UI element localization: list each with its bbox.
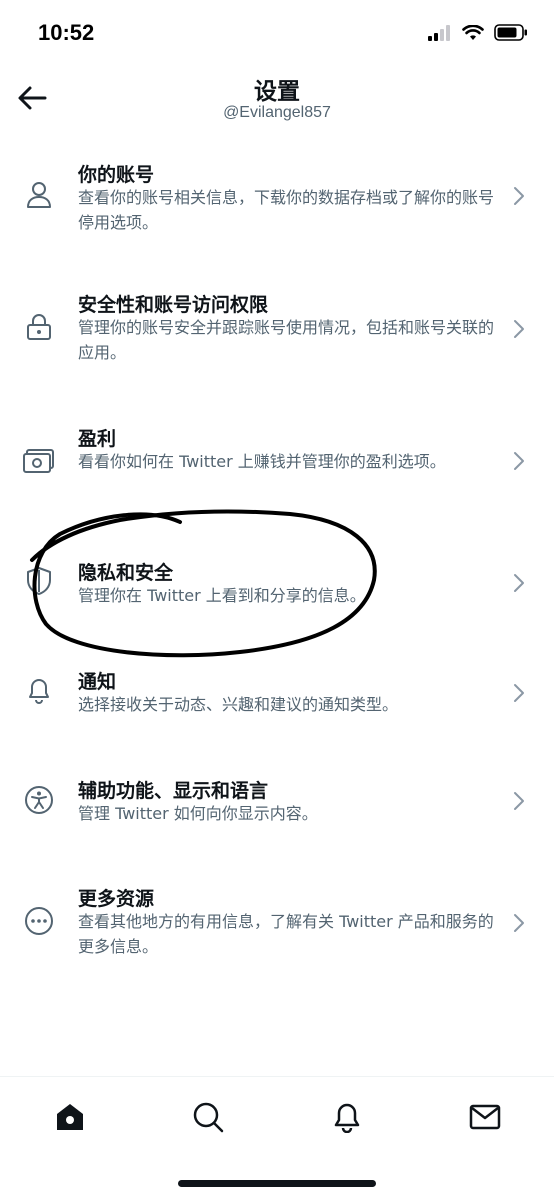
chevron-right-icon [508,448,530,474]
tab-home[interactable] [48,1097,92,1137]
wifi-icon [462,24,484,45]
bell-icon [334,1103,360,1133]
status-icons [428,24,528,45]
settings-item-privacy[interactable]: 隐私和安全 管理你在 Twitter 上看到和分享的信息。 [0,538,554,648]
chevron-right-icon [508,910,530,936]
settings-item-title: 安全性和账号访问权限 [78,294,269,316]
tab-notifications[interactable] [325,1097,369,1137]
chevron-right-icon [508,316,530,342]
chevron-right-icon [508,570,530,596]
settings-item-desc: 管理你的账号安全并跟踪账号使用情况，包括和账号关联的应用。 [78,318,495,362]
tab-search[interactable] [186,1097,230,1137]
money-icon [22,444,56,478]
settings-item-desc: 选择接收关于动态、兴趣和建议的通知类型。 [78,695,399,714]
settings-item-title: 隐私和安全 [78,562,174,584]
settings-screen: 10:52 设置 @Evilangel857 你的账号 查看你的账号相关信息，下… [0,0,554,1200]
settings-item-desc: 查看你的账号相关信息，下载你的数据存档或了解你的账号停用选项。 [78,188,495,232]
status-time: 10:52 [38,20,95,45]
home-icon [57,1104,83,1130]
search-icon [193,1102,224,1133]
settings-item-desc: 看看你如何在 Twitter 上赚钱并管理你的盈利选项。 [78,452,446,471]
settings-item-title: 盈利 [78,428,117,450]
settings-item-accessibility[interactable]: 辅助功能、显示和语言 管理 Twitter 如何向你显示内容。 [0,756,554,866]
more-icon [22,904,56,938]
settings-item-title: 更多资源 [78,888,155,910]
settings-item-desc: 管理你在 Twitter 上看到和分享的信息。 [78,586,366,605]
status-bar: 10:52 [0,0,554,62]
chevron-right-icon [508,680,530,706]
chevron-right-icon [508,183,530,209]
signal-icon [428,24,452,45]
mail-icon [469,1104,501,1130]
settings-item-title: 你的账号 [78,164,155,186]
shield-icon [22,564,56,598]
settings-item-title: 辅助功能、显示和语言 [78,780,269,802]
page-subtitle: @Evilangel857 [223,104,331,121]
battery-icon [494,24,528,45]
tab-messages[interactable] [463,1097,507,1137]
settings-item-desc: 管理 Twitter 如何向你显示内容。 [78,804,318,823]
settings-item-monetization[interactable]: 盈利 看看你如何在 Twitter 上赚钱并管理你的盈利选项。 [0,404,554,514]
page-title: 设置 [254,79,300,105]
home-indicator[interactable] [178,1180,376,1187]
person-icon [22,178,56,212]
accessibility-icon [22,783,56,817]
settings-item-account[interactable]: 你的账号 查看你的账号相关信息，下载你的数据存档或了解你的账号停用选项。 [0,140,554,250]
settings-item-desc: 查看其他地方的有用信息，了解有关 Twitter 产品和服务的更多信息。 [78,912,494,956]
settings-item-more-resources[interactable]: 更多资源 查看其他地方的有用信息，了解有关 Twitter 产品和服务的更多信息… [0,864,554,974]
settings-item-notifications[interactable]: 通知 选择接收关于动态、兴趣和建议的通知类型。 [0,647,554,757]
bell-icon [22,673,56,707]
chevron-right-icon [508,788,530,814]
lock-icon [22,310,56,344]
settings-item-security[interactable]: 安全性和账号访问权限 管理你的账号安全并跟踪账号使用情况，包括和账号关联的应用。 [0,270,554,380]
settings-item-title: 通知 [78,671,117,693]
